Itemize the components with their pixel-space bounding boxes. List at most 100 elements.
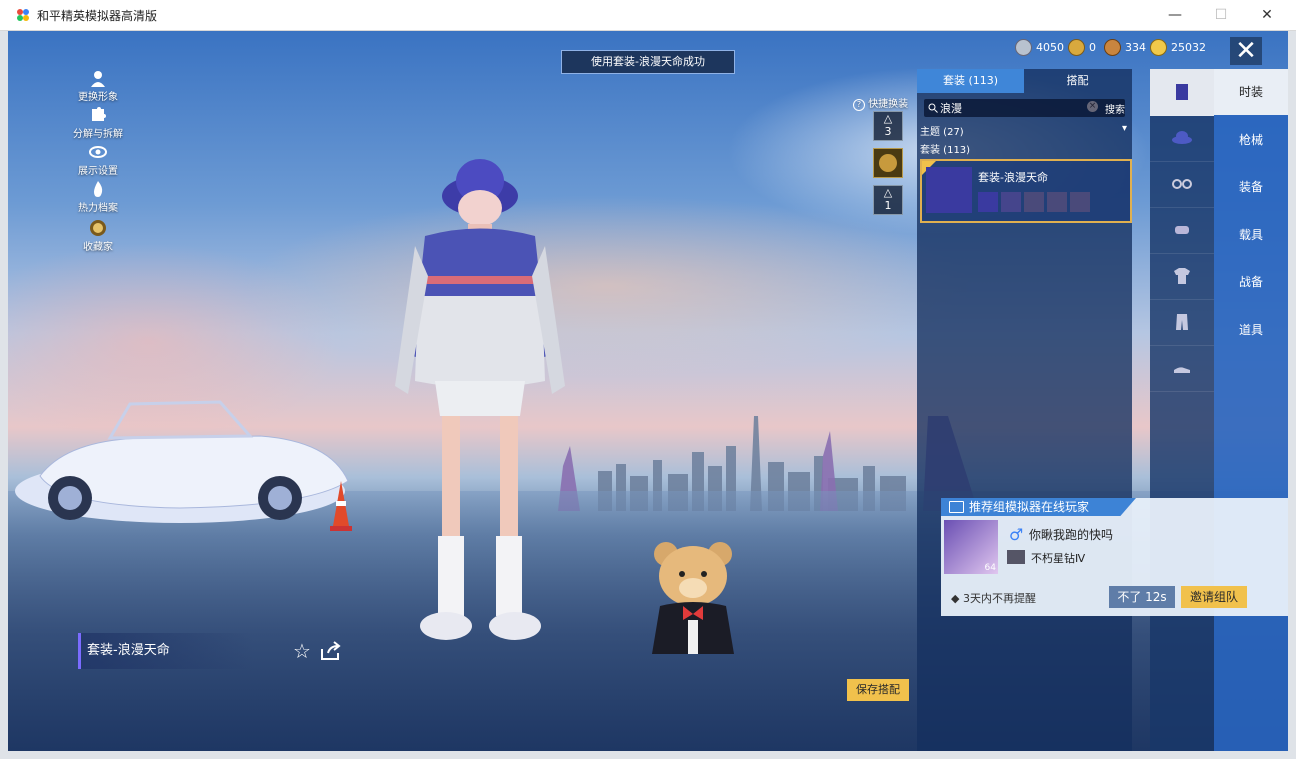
- close-wardrobe-button[interactable]: ✕: [1230, 37, 1262, 65]
- hat-icon: [1172, 131, 1192, 144]
- dont-remind-option[interactable]: ◆ 3天内不再提醒: [951, 590, 1036, 606]
- share-icon[interactable]: [320, 641, 342, 661]
- mask-icon: [1175, 226, 1189, 234]
- recommend-header: 推荐组模拟器在线玩家: [941, 498, 1136, 516]
- category-pants[interactable]: [1150, 299, 1214, 346]
- save-outfit-button[interactable]: 保存搭配: [847, 679, 909, 701]
- suit-card-title: 套装-浪漫天命: [978, 171, 1048, 184]
- search-icon: [928, 103, 938, 113]
- currency-value: 4050: [1036, 41, 1064, 54]
- left-menu-decompose[interactable]: 分解与拆解: [68, 106, 128, 140]
- currency-silver: 4050: [1015, 39, 1064, 56]
- category-tab-column: 时装 枪械 装备 载具 战备 道具: [1214, 69, 1288, 751]
- quick-swap-text: 快捷换装: [868, 99, 909, 110]
- category-top[interactable]: [1150, 253, 1214, 300]
- part-hat-icon: [978, 192, 998, 212]
- tab-battle-prep[interactable]: 战备: [1214, 259, 1288, 305]
- tab-outfits[interactable]: 搭配: [1024, 69, 1131, 93]
- search-button[interactable]: 搜索: [1105, 101, 1125, 116]
- slot-number: 1: [884, 199, 892, 212]
- close-window-button[interactable]: ✕: [1244, 0, 1290, 30]
- left-menu-display-settings[interactable]: 展示设置: [68, 143, 128, 177]
- quick-swap-slot-1[interactable]: △ 3: [873, 111, 903, 141]
- item-panel: 套装 (113) 搭配 × 搜索 主题 (27) ▾ 套装 (113) 套装-浪…: [917, 69, 1132, 751]
- left-menu-collector[interactable]: 收藏家: [68, 219, 128, 253]
- recommend-title: 推荐组模拟器在线玩家: [969, 500, 1090, 514]
- minimize-button[interactable]: —: [1152, 0, 1198, 30]
- currency-bronze: 334: [1104, 39, 1146, 56]
- search-box: × 搜索: [924, 99, 1125, 117]
- decline-button[interactable]: 不了 12s: [1109, 586, 1175, 608]
- helmet-icon: [879, 154, 897, 172]
- currency-gold: 25032: [1150, 39, 1206, 56]
- gold-coin-icon: [1150, 39, 1167, 56]
- category-icon-column: [1150, 69, 1214, 751]
- clear-search-icon[interactable]: ×: [1087, 101, 1098, 112]
- category-hat[interactable]: [1150, 115, 1214, 162]
- quick-swap-slot-3[interactable]: △ 1: [873, 185, 903, 215]
- theme-filter[interactable]: 主题 (27) ▾: [920, 123, 1127, 138]
- silver-coin-icon: [1015, 39, 1032, 56]
- gold-medal-icon: [1068, 39, 1085, 56]
- outfit-icon: [1176, 84, 1188, 100]
- app-icon: [17, 9, 29, 21]
- part-pants-icon: [1024, 192, 1044, 212]
- player-rank: 不朽星钻Ⅳ: [1031, 552, 1086, 565]
- theme-label: 主题 (27): [920, 127, 964, 138]
- teddy-pet: [652, 542, 734, 654]
- suit-card-romantic-destiny[interactable]: 套装-浪漫天命: [920, 159, 1132, 223]
- current-outfit-name: 套装-浪漫天命: [78, 633, 253, 669]
- shoes-icon: [1174, 367, 1190, 373]
- tab-fashion[interactable]: 时装: [1214, 69, 1288, 115]
- hanger-icon: △: [883, 186, 893, 199]
- hanger-icon: △: [883, 112, 893, 125]
- currency-value: 334: [1125, 41, 1146, 54]
- currency-medal: 0: [1068, 39, 1096, 56]
- player-avatar[interactable]: 64: [944, 520, 998, 574]
- category-shoes[interactable]: [1150, 345, 1214, 392]
- left-menu-heat-profile[interactable]: 热力档案: [68, 180, 128, 214]
- person-icon: [91, 71, 105, 87]
- character-model: [395, 159, 565, 640]
- bronze-coin-icon: [1104, 39, 1121, 56]
- player-level: 64: [984, 563, 996, 573]
- vehicle-preview: [15, 400, 349, 523]
- tab-vehicles[interactable]: 载具: [1214, 212, 1288, 258]
- left-menu-change-look[interactable]: 更换形象: [68, 69, 128, 103]
- player-name: 你瞅我跑的快吗: [1029, 528, 1114, 542]
- rank-badge-icon: [1007, 550, 1025, 564]
- tab-equipment[interactable]: 装备: [1214, 164, 1288, 210]
- male-icon: ♂: [1009, 525, 1024, 544]
- left-menu-label: 热力档案: [78, 203, 118, 214]
- search-input[interactable]: [940, 100, 1070, 116]
- currency-value: 0: [1089, 41, 1096, 54]
- quick-swap-label[interactable]: ? 快捷换装: [853, 95, 908, 111]
- tab-props[interactable]: 道具: [1214, 307, 1288, 353]
- quick-swap-slot-2[interactable]: [873, 148, 903, 178]
- tab-weapons[interactable]: 枪械: [1214, 117, 1288, 163]
- slot-number: 3: [884, 125, 892, 138]
- part-top-icon: [1001, 192, 1021, 212]
- flame-icon: [94, 181, 103, 197]
- left-menu-label: 收藏家: [83, 242, 113, 253]
- invite-team-button[interactable]: 邀请组队: [1181, 586, 1247, 608]
- tab-suits[interactable]: 套装 (113): [917, 69, 1024, 93]
- left-menu-label: 分解与拆解: [73, 129, 123, 140]
- left-menu-label: 更换形象: [78, 92, 118, 103]
- trophy-icon: [90, 220, 106, 236]
- category-glasses[interactable]: [1150, 161, 1214, 208]
- puzzle-icon: [92, 107, 106, 121]
- favorite-star-icon[interactable]: ☆: [293, 639, 311, 663]
- part-shoes-icon: [1047, 192, 1067, 212]
- maximize-button[interactable]: ☐: [1198, 0, 1244, 30]
- outfit-name-text: 套装-浪漫天命: [87, 643, 170, 658]
- part-accessory-icon: [1070, 192, 1090, 212]
- category-mask[interactable]: [1150, 207, 1214, 254]
- window-title: 和平精英模拟器高清版: [37, 9, 158, 23]
- window-titlebar: 和平精英模拟器高清版 — ☐ ✕: [0, 0, 1296, 31]
- traffic-cone: [330, 481, 352, 531]
- category-outfit[interactable]: [1150, 69, 1214, 116]
- pants-icon: [1176, 314, 1188, 330]
- glasses-icon: [1172, 179, 1192, 189]
- dont-remind-label: 3天内不再提醒: [962, 592, 1036, 605]
